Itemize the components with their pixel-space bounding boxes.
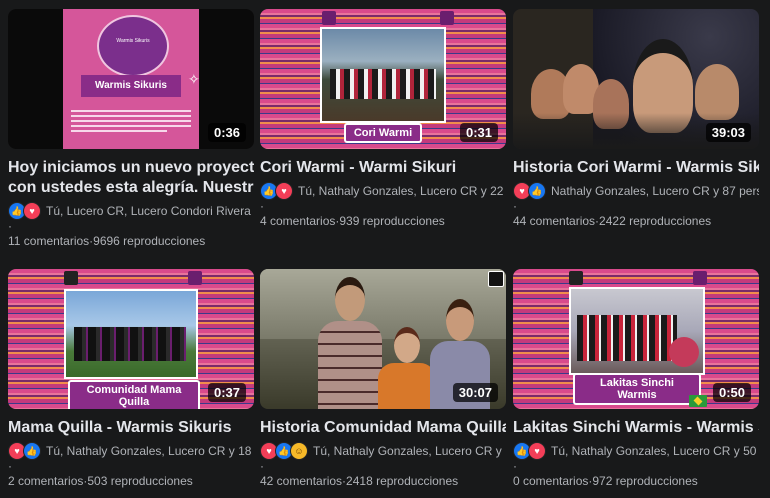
video-stats: 44 comentarios·2422 reproducciones (513, 214, 712, 228)
video-thumbnail[interactable]: Lakitas Sinchi Warmis 0:50 (513, 269, 759, 409)
video-stats: 11 comentarios·9696 reproducciones (8, 234, 206, 248)
video-card[interactable]: Warmis Sikuris Warmis Sikuris ✧ 0:36 Hoy… (8, 9, 254, 248)
views-count: 2418 reproducciones (346, 474, 459, 488)
logo-icon (569, 271, 583, 285)
separator-dot: · (260, 459, 264, 473)
comments-count[interactable]: 11 comentarios (8, 234, 89, 248)
sparkle-icon: ✧ (188, 71, 200, 87)
logo-icon (488, 271, 504, 287)
video-stats: 2 comentarios·503 reproducciones (8, 474, 193, 488)
comments-count[interactable]: 2 comentarios (8, 474, 83, 488)
video-duration: 0:36 (207, 123, 246, 142)
love-icon: ♥ (275, 182, 293, 200)
video-stats: 0 comentarios·972 reproducciones (513, 474, 698, 488)
video-duration: 0:37 (207, 383, 246, 402)
group-photo (64, 289, 198, 379)
views-count: 9696 reproducciones (93, 234, 206, 248)
reactions-row[interactable]: ♥ 👍 Tú, Nathaly Gonzales, Lucero CR y 18… (8, 442, 254, 460)
separator-dot: · (8, 459, 12, 473)
logo-icon (693, 271, 707, 285)
video-title[interactable]: Cori Warmi - Warmi Sikuri (260, 158, 506, 178)
separator-dot: · (513, 459, 517, 473)
reactions-row[interactable]: ♥ 👍 ☺ Tú, Nathaly Gonzales, Lucero CR y … (260, 442, 506, 460)
comments-count[interactable]: 44 comentarios (513, 214, 595, 228)
reactions-row[interactable]: 👍 ♥ Tú, Nathaly Gonzales, Lucero CR y 22… (260, 182, 506, 200)
reactions-row[interactable]: ♥ 👍 Nathaly Gonzales, Lucero CR y 87 per… (513, 182, 759, 200)
group-photo (320, 27, 446, 123)
reactions-row[interactable]: 👍 ♥ Tú, Lucero CR, Lucero Condori Rivera… (8, 202, 254, 220)
separator-dot: · (513, 199, 517, 213)
love-icon: ♥ (528, 442, 546, 460)
thumbnail-heading: Warmis Sikuris (81, 75, 181, 97)
logo-icon (64, 271, 78, 285)
video-duration: 0:50 (712, 383, 751, 402)
person-photo (318, 277, 382, 409)
video-stats: 4 comentarios·939 reproducciones (260, 214, 445, 228)
logo-icon: Warmis Sikuris (97, 15, 169, 77)
thumbnail-banner: Comunidad Mama Quilla (68, 380, 200, 409)
video-title[interactable]: Historia Comunidad Mama Quilla (260, 418, 506, 438)
video-card[interactable]: Cori Warmi 0:31 Cori Warmi - Warmi Sikur… (260, 9, 506, 228)
video-title[interactable]: Lakitas Sinchi Warmis - Warmis Siku (513, 418, 759, 438)
video-duration: 30:07 (452, 383, 498, 402)
video-card[interactable]: 39:03 Historia Cori Warmi - Warmis Sikur… (513, 9, 759, 228)
video-card[interactable]: Comunidad Mama Quilla 0:37 Mama Quilla -… (8, 269, 254, 488)
thumbnail-poster: Warmis Sikuris Warmis Sikuris (63, 9, 199, 149)
person-photo (378, 327, 436, 409)
video-title[interactable]: Hoy iniciamos un nuevo proyecto, c con u… (8, 158, 254, 198)
logo-icon (322, 11, 336, 25)
like-icon: 👍 (528, 182, 546, 200)
group-photo (569, 287, 705, 375)
logo-icon (440, 11, 454, 25)
brazil-flag-icon (689, 395, 707, 407)
video-card[interactable]: Lakitas Sinchi Warmis 0:50 Lakitas Sinch… (513, 269, 759, 488)
video-duration: 0:31 (459, 123, 498, 142)
video-card[interactable]: 30:07 Historia Comunidad Mama Quilla ♥ 👍… (260, 269, 506, 488)
views-count: 503 reproducciones (87, 474, 193, 488)
video-title[interactable]: Mama Quilla - Warmis Sikuris (8, 418, 254, 438)
video-thumbnail[interactable]: 30:07 (260, 269, 506, 409)
video-thumbnail[interactable]: 39:03 (513, 9, 759, 149)
reactions-row[interactable]: 👍 ♥ Tú, Nathaly Gonzales, Lucero CR y 50… (513, 442, 759, 460)
thumbnail-banner: Lakitas Sinchi Warmis (573, 373, 701, 405)
person-photo (695, 64, 739, 120)
video-stats: 42 comentarios·2418 reproducciones (260, 474, 459, 488)
love-icon: ♥ (23, 202, 41, 220)
separator-dot: · (8, 219, 12, 233)
views-count: 972 reproducciones (592, 474, 698, 488)
thumbnail-banner: Cori Warmi (344, 123, 422, 143)
separator-dot: · (260, 199, 264, 213)
video-thumbnail[interactable]: Comunidad Mama Quilla 0:37 (8, 269, 254, 409)
views-count: 939 reproducciones (339, 214, 445, 228)
video-thumbnail[interactable]: Cori Warmi 0:31 (260, 9, 506, 149)
comments-count[interactable]: 42 comentarios (260, 474, 342, 488)
video-title[interactable]: Historia Cori Warmi - Warmis Sikuris (513, 158, 759, 178)
thumbnail-paragraph (71, 107, 191, 137)
care-icon: ☺ (290, 442, 308, 460)
views-count: 2422 reproducciones (599, 214, 712, 228)
comments-count[interactable]: 4 comentarios (260, 214, 335, 228)
like-icon: 👍 (23, 442, 41, 460)
video-thumbnail[interactable]: Warmis Sikuris Warmis Sikuris ✧ 0:36 (8, 9, 254, 149)
video-duration: 39:03 (705, 123, 751, 142)
logo-icon (188, 271, 202, 285)
comments-count[interactable]: 0 comentarios (513, 474, 588, 488)
